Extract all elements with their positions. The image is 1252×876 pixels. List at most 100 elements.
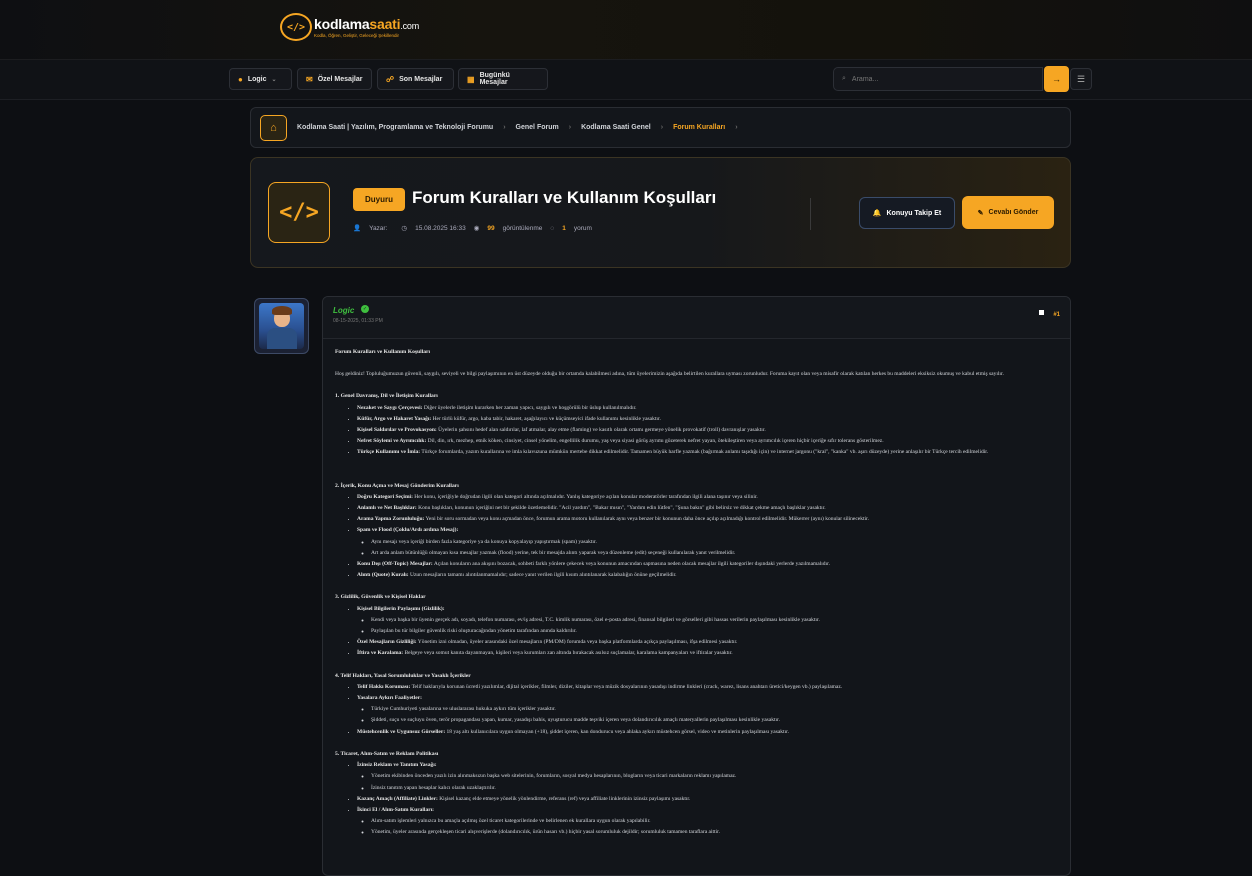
list-item: İftira ve Karalama: Belgeye veya somut k… [357,648,1058,659]
post-marker-icon [1039,310,1044,315]
user-icon: ● [238,74,243,84]
search-icon: ⌕ [842,75,846,82]
announcement-badge: Duyuru [353,188,405,211]
breadcrumb-separator: › [503,124,506,131]
clock-icon: ◷ [401,225,408,232]
list-item: Spam ve Flood (Çoklu/Ardı ardına Mesaj):… [357,525,1058,559]
section-heading: 2. İçerik, Konu Açma ve Mesaj Gönderim K… [335,482,459,489]
section-heading: 4. Telif Hakları, Yasal Sorumluluklar ve… [335,672,471,679]
post-time: 08-15-2025, 01:33 PM [333,318,383,324]
list-item: Alım-satım işlemleri yalnızca bu amaçla … [371,816,1058,827]
user-name: Logic [247,75,267,83]
breadcrumb-separator: › [660,124,664,131]
breadcrumb-separator: › [735,124,738,131]
top-banner: </> kodlamasaati.com Kodla, Öğren, Geliş… [0,0,1252,60]
avatar[interactable] [254,298,309,354]
follow-thread-button[interactable]: 🔔 Konuyu Takip Et [859,197,955,229]
reply-label: Cevabı Gönder [988,209,1039,216]
list-item: Yönetim ekibinden önceden yazılı izin al… [371,771,1058,782]
private-messages-label: Özel Mesajlar [317,75,363,83]
verified-icon: ✓ [361,305,369,313]
list-item: İzinsiz Reklam ve Tanıtım Yasağı: Yöneti… [357,760,1058,794]
filter-button[interactable]: ☰ [1070,68,1092,90]
follow-label: Konuyu Takip Et [886,209,942,217]
reply-icon: ✎ [977,209,984,217]
recent-messages-label: Son Mesajlar [399,75,443,83]
author-icon: 👤 [353,225,362,232]
logo-tagline: Kodla, Öğren, Geliştir, Geleceği Şekille… [314,33,400,38]
breadcrumb-current: Forum Kuralları [673,124,726,131]
post-intro: Hoş geldiniz! Topluluğumuzun güvenli, sa… [335,371,1004,378]
code-clock-icon: </> [280,13,312,41]
thread-header: </> Duyuru Forum Kuralları ve Kullanım K… [250,157,1071,268]
list-item: Anlamlı ve Net Başlıklar: Konu başlıklar… [357,503,1058,514]
post-heading: Forum Kuralları ve Kullanım Koşulları [335,349,431,355]
list-item: Art arda anlam bütünlüğü olmayan kısa me… [371,548,1058,559]
view-count: 99 [487,224,495,232]
thread-meta: 👤 Yazar: ◷ 15.08.2025 16:33 ◉ 99 görüntülenm… [353,224,592,233]
nav-bar: ● Logic ⌄ ✉ Özel Mesajlar ☍ Son Mesajlar ▦ Bu… [0,60,1252,100]
post-header: Logic ✓ 08-15-2025, 01:33 PM #1 [323,297,1070,339]
recent-messages-button[interactable]: ☍ Son Mesajlar [377,68,454,90]
views-label: görüntülenme [502,224,543,232]
breadcrumb-separator: › [568,124,572,131]
breadcrumb-forum[interactable]: Kodlama Saati | Yazılım, Programlama ve … [297,124,493,131]
list-item: Türkçe Kullanımı ve İmla: Türkçe forumla… [357,447,1058,458]
list-item: Paylaşılan bu tür bilgiler güvenlik risk… [371,626,1058,637]
thread-date: 15.08.2025 16:33 [415,224,466,232]
chat-icon: ☍ [386,74,395,84]
breadcrumb: ⌂ Kodlama Saati | Yazılım, Programlama v… [250,107,1071,148]
list-item: Doğru Kategori Seçimi: Her konu, içeriği… [357,492,1058,503]
author-label: Yazar: [369,224,388,232]
reply-button[interactable]: ✎ Cevabı Gönder [962,196,1054,229]
divider [810,198,811,230]
arrow-right-icon: → [1052,74,1061,84]
site-logo[interactable]: </> kodlamasaati.com Kodla, Öğren, Geliş… [280,13,419,41]
comment-icon: ◌ [550,224,555,232]
list-item: Nezaket ve Saygı Çerçevesi: Diğer üyeler… [357,403,1058,414]
list-item: Nefret Söylemi ve Ayrımcılık: Dil, din, … [357,436,1058,447]
chevron-down-icon: ⌄ [271,76,277,83]
list-item: Müstehcenlik ve Uygunsuz Görseller: 18 y… [357,727,1058,738]
list-item: Arama Yapma Zorunluluğu: Yeni bir soru s… [357,514,1058,525]
code-icon: </> [268,182,330,243]
bell-icon: 🔔 [872,210,882,217]
logo-text: kodlamasaati.com [314,16,420,32]
home-icon[interactable]: ⌂ [260,114,287,141]
list-item: Küfür, Argo ve Hakaret Yasağı: Her türlü… [357,414,1058,425]
post-number[interactable]: #1 [1053,312,1060,318]
list-item: Türkiye Cumhuriyeti yasalarına ve ulusla… [371,704,1058,715]
breadcrumb-general[interactable]: Genel Forum [516,124,559,131]
comment-count: 1 [562,224,566,232]
list-item: Konu Dışı (Off-Topic) Mesajlar: Açılan k… [357,559,1058,570]
eye-icon: ◉ [473,225,480,232]
private-messages-button[interactable]: ✉ Özel Mesajlar [297,68,372,90]
section-heading: 5. Ticaret, Alım-Satım ve Reklam Politik… [335,750,439,757]
user-menu-button[interactable]: ● Logic ⌄ [229,68,292,90]
post-username[interactable]: Logic [333,306,354,315]
list-item: Yönetim, üyeler arasında gerçekleşen tic… [371,827,1058,838]
search-submit-button[interactable]: → [1044,66,1069,92]
section-heading: 3. Gizlilik, Güvenlik ve Kişisel Haklar [335,594,426,601]
list-item: Özel Mesajların Gizliliği: Yönetim izni … [357,637,1058,648]
search-placeholder: Arama... [851,75,879,83]
list-item: Kişisel Saldırılar ve Provokasyon: Üyele… [357,425,1058,436]
list-item: Kazanç Amaçlı (Affiliate) Linkler: Kişis… [357,794,1058,805]
today-messages-button[interactable]: ▦ Bugünkü Mesajlar [458,68,548,90]
post: Logic ✓ 08-15-2025, 01:33 PM #1 Forum Ku… [322,296,1071,876]
sliders-icon: ☰ [1076,73,1086,84]
list-item: Şiddeti, suçu ve suçluyu öven, terör pro… [371,715,1058,726]
list-item: Aynı mesajı veya içeriği birden fazla ka… [371,537,1058,548]
list-item: İkinci El / Alım-Satım Kuralları: Alım-s… [357,805,1058,839]
comments-label: yorum [573,224,592,232]
calendar-icon: ▦ [467,74,475,84]
list-item: Telif Hakkı Koruması: Telif haklarıyla k… [357,682,1058,693]
list-item: Alıntı (Quote) Kuralı: Uzun mesajların t… [357,570,1058,581]
breadcrumb-category[interactable]: Kodlama Saati Genel [581,124,651,131]
list-item: Kişisel Bilgilerin Paylaşımı (Gizlilik):… [357,604,1058,638]
today-messages-label: Bugünkü Mesajlar [479,72,510,86]
section-heading: 1. Genel Davranış, Dil ve İletişim Kural… [335,393,438,400]
list-item: Kendi veya başka bir üyenin gerçek adı, … [371,615,1058,626]
thread-title: Forum Kuralları ve Kullanım Koşulları [412,188,717,207]
search-input[interactable]: ⌕ Arama... [833,67,1043,91]
